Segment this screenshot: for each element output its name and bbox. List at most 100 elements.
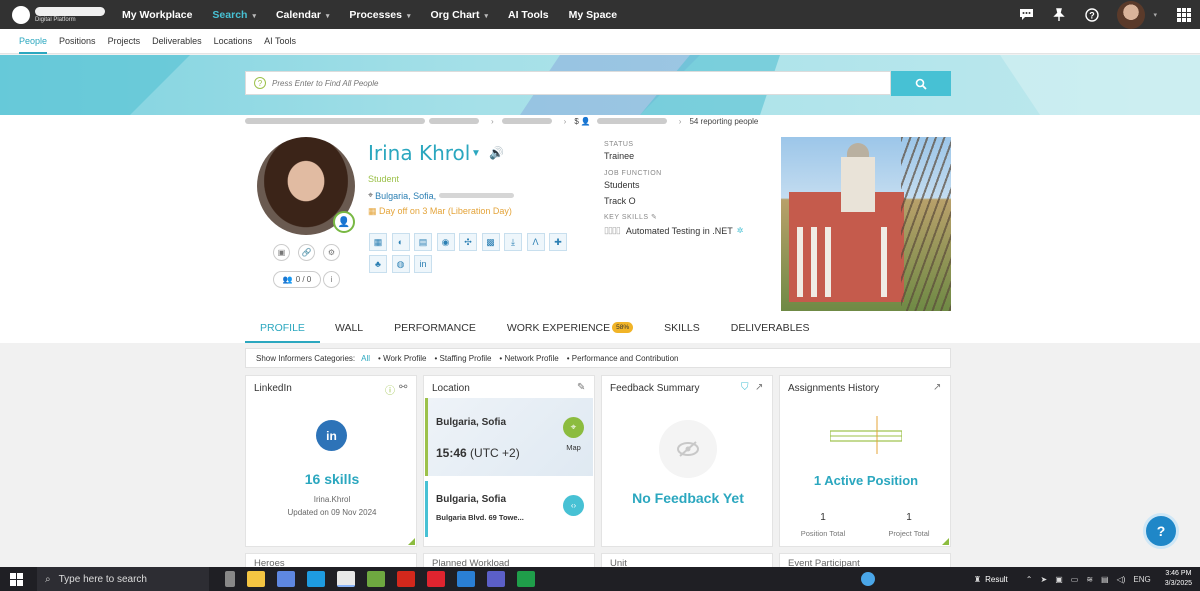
network-icon[interactable]: ▤ [1101, 575, 1109, 584]
edit-pencil-icon[interactable]: ✎ [651, 214, 657, 221]
category-performance[interactable]: • Performance and Contribution [567, 354, 679, 363]
chrome-icon[interactable] [337, 571, 355, 587]
tab-deliverables[interactable]: DELIVERABLES [731, 314, 810, 343]
taskbar-search[interactable]: ⌕ Type here to search [37, 567, 209, 591]
nav-my-space[interactable]: My Space [569, 9, 617, 21]
opera-icon[interactable] [427, 571, 445, 587]
download-icon[interactable]: ⤓ [504, 233, 522, 251]
excel-icon[interactable] [517, 571, 535, 587]
trophy-icon[interactable]: ♜ [974, 575, 981, 584]
user-avatar[interactable] [1117, 0, 1146, 29]
category-network-profile[interactable]: • Network Profile [499, 354, 558, 363]
teams-icon[interactable]: ▤ [414, 233, 432, 251]
chat-icon[interactable] [1018, 7, 1034, 23]
windows-start-icon[interactable] [10, 572, 23, 586]
nav-search[interactable]: Search ▾ [212, 9, 256, 21]
category-work-profile[interactable]: • Work Profile [378, 354, 426, 363]
tab-profile[interactable]: PROFILE [245, 314, 320, 343]
subnav-ai-tools[interactable]: AI Tools [264, 29, 296, 54]
external-link-icon[interactable]: ↗ [755, 382, 763, 393]
linkedin-icon[interactable]: in [414, 255, 432, 273]
subnav-locations[interactable]: Locations [214, 29, 253, 54]
globe-icon[interactable]: ◉ [436, 233, 455, 251]
task-view-icon[interactable] [225, 571, 235, 587]
help-icon[interactable]: ⓘ [385, 382, 395, 397]
subnav-people[interactable]: People [19, 29, 48, 54]
subnav-deliverables[interactable]: Deliverables [152, 29, 202, 54]
people-search-input[interactable] [272, 78, 872, 88]
search-button[interactable] [891, 71, 951, 96]
tab-performance[interactable]: PERFORMANCE [394, 314, 476, 343]
pin-icon[interactable] [1051, 7, 1067, 23]
teams-grid-icon[interactable]: ▦ [369, 233, 387, 251]
wifi-icon[interactable]: ≋ [1086, 575, 1093, 584]
nav-my-workplace[interactable]: My Workplace [122, 9, 192, 21]
brand-logo[interactable]: Digital Platform [12, 5, 112, 24]
info-icon[interactable]: i [323, 271, 340, 288]
reporting-people-link[interactable]: 54 reporting people [689, 117, 758, 126]
nav-org-chart[interactable]: Org Chart ▾ [430, 9, 488, 21]
chevron-down-icon[interactable]: ▾ [1153, 11, 1157, 19]
people-search-field[interactable]: ? [245, 71, 891, 95]
tray-result-label[interactable]: Result [985, 575, 1008, 584]
no-feedback-text: No Feedback Yet [632, 490, 744, 506]
battery-icon[interactable]: ▭ [1071, 575, 1079, 584]
taskbar-clock[interactable]: 3:46 PM 3/3/2025 [1165, 569, 1192, 589]
volume-icon[interactable]: ◁) [1117, 575, 1126, 584]
gear-icon[interactable]: ⚙ [323, 244, 340, 261]
edit-pencil-icon[interactable]: ✎ [577, 382, 585, 393]
network-icon[interactable]: ✣ [459, 233, 477, 251]
map-pin-icon[interactable]: ⌖ [563, 417, 584, 438]
vscode-icon[interactable] [457, 571, 475, 587]
subnav-projects[interactable]: Projects [108, 29, 141, 54]
nav-processes[interactable]: Processes ▾ [349, 9, 410, 21]
nav-calendar[interactable]: Calendar ▾ [276, 9, 329, 21]
skype-icon[interactable]: ◐ [391, 233, 410, 251]
chevron-up-icon[interactable]: ⌃ [1026, 575, 1033, 584]
teams-icon[interactable] [487, 571, 505, 587]
edge-icon[interactable] [307, 571, 325, 587]
unlink-icon[interactable]: ⚯ [399, 382, 407, 393]
camera-icon[interactable]: ▣ [1055, 575, 1063, 584]
nav-ai-tools[interactable]: AI Tools [508, 9, 549, 21]
tab-wall[interactable]: WALL [335, 314, 363, 343]
shield-icon[interactable]: ⛉ [741, 382, 749, 393]
copilot-icon[interactable] [277, 571, 295, 587]
caret-down-icon[interactable]: ▼ [471, 148, 481, 159]
org-structure-icon[interactable]: ♣ [369, 255, 387, 273]
grid-app-icon[interactable]: ▩ [481, 233, 500, 251]
acrobat-icon[interactable] [397, 571, 415, 587]
floating-help-button[interactable]: ? [1143, 513, 1179, 549]
github-icon[interactable]: ◍ [391, 255, 410, 273]
profile-location[interactable]: ⌖ Bulgaria, Sofia, [368, 190, 515, 201]
send-icon[interactable]: ➤ [1040, 575, 1047, 584]
subnav-positions[interactable]: Positions [59, 29, 96, 54]
contact-card-icon[interactable]: ▣ [273, 244, 290, 261]
card-resize-corner[interactable] [942, 538, 949, 545]
external-link-icon[interactable]: ↗ [933, 382, 941, 393]
map-link[interactable]: Map [563, 443, 584, 452]
category-staffing-profile[interactable]: • Staffing Profile [435, 354, 492, 363]
key-skill-item[interactable]: ▯▯▯▯ Automated Testing in .NET ✲ [604, 225, 743, 236]
card-title: Feedback Summary [610, 383, 700, 394]
linkedin-icon[interactable]: in [316, 420, 347, 451]
language-indicator[interactable]: ENG [1133, 575, 1150, 584]
plus-app-icon[interactable]: ✚ [549, 233, 567, 251]
help-icon[interactable]: ? [1084, 7, 1100, 23]
connections-counter[interactable]: 👥 0 / 0 [273, 271, 321, 288]
category-all[interactable]: All [361, 354, 370, 363]
card-resize-corner[interactable] [408, 538, 415, 545]
file-explorer-icon[interactable] [247, 571, 265, 587]
apps-grid-icon[interactable] [1177, 7, 1191, 22]
linkedin-skills-count[interactable]: 16 skills [246, 471, 418, 487]
search-help-icon[interactable]: ? [254, 77, 266, 89]
store-icon[interactable] [367, 571, 385, 587]
active-position-count[interactable]: 1 Active Position [780, 473, 952, 488]
azure-icon[interactable]: Λ [526, 233, 545, 251]
tab-skills[interactable]: SKILLS [664, 314, 700, 343]
tab-work-experience[interactable]: WORK EXPERIENCE 58% [507, 314, 634, 343]
pronunciation-speaker-icon[interactable]: 🔊 [489, 146, 504, 160]
link-icon[interactable]: 🔗 [298, 244, 315, 261]
office-code-icon[interactable]: ‹› [563, 495, 584, 516]
chrome-app-icon[interactable] [861, 572, 875, 586]
